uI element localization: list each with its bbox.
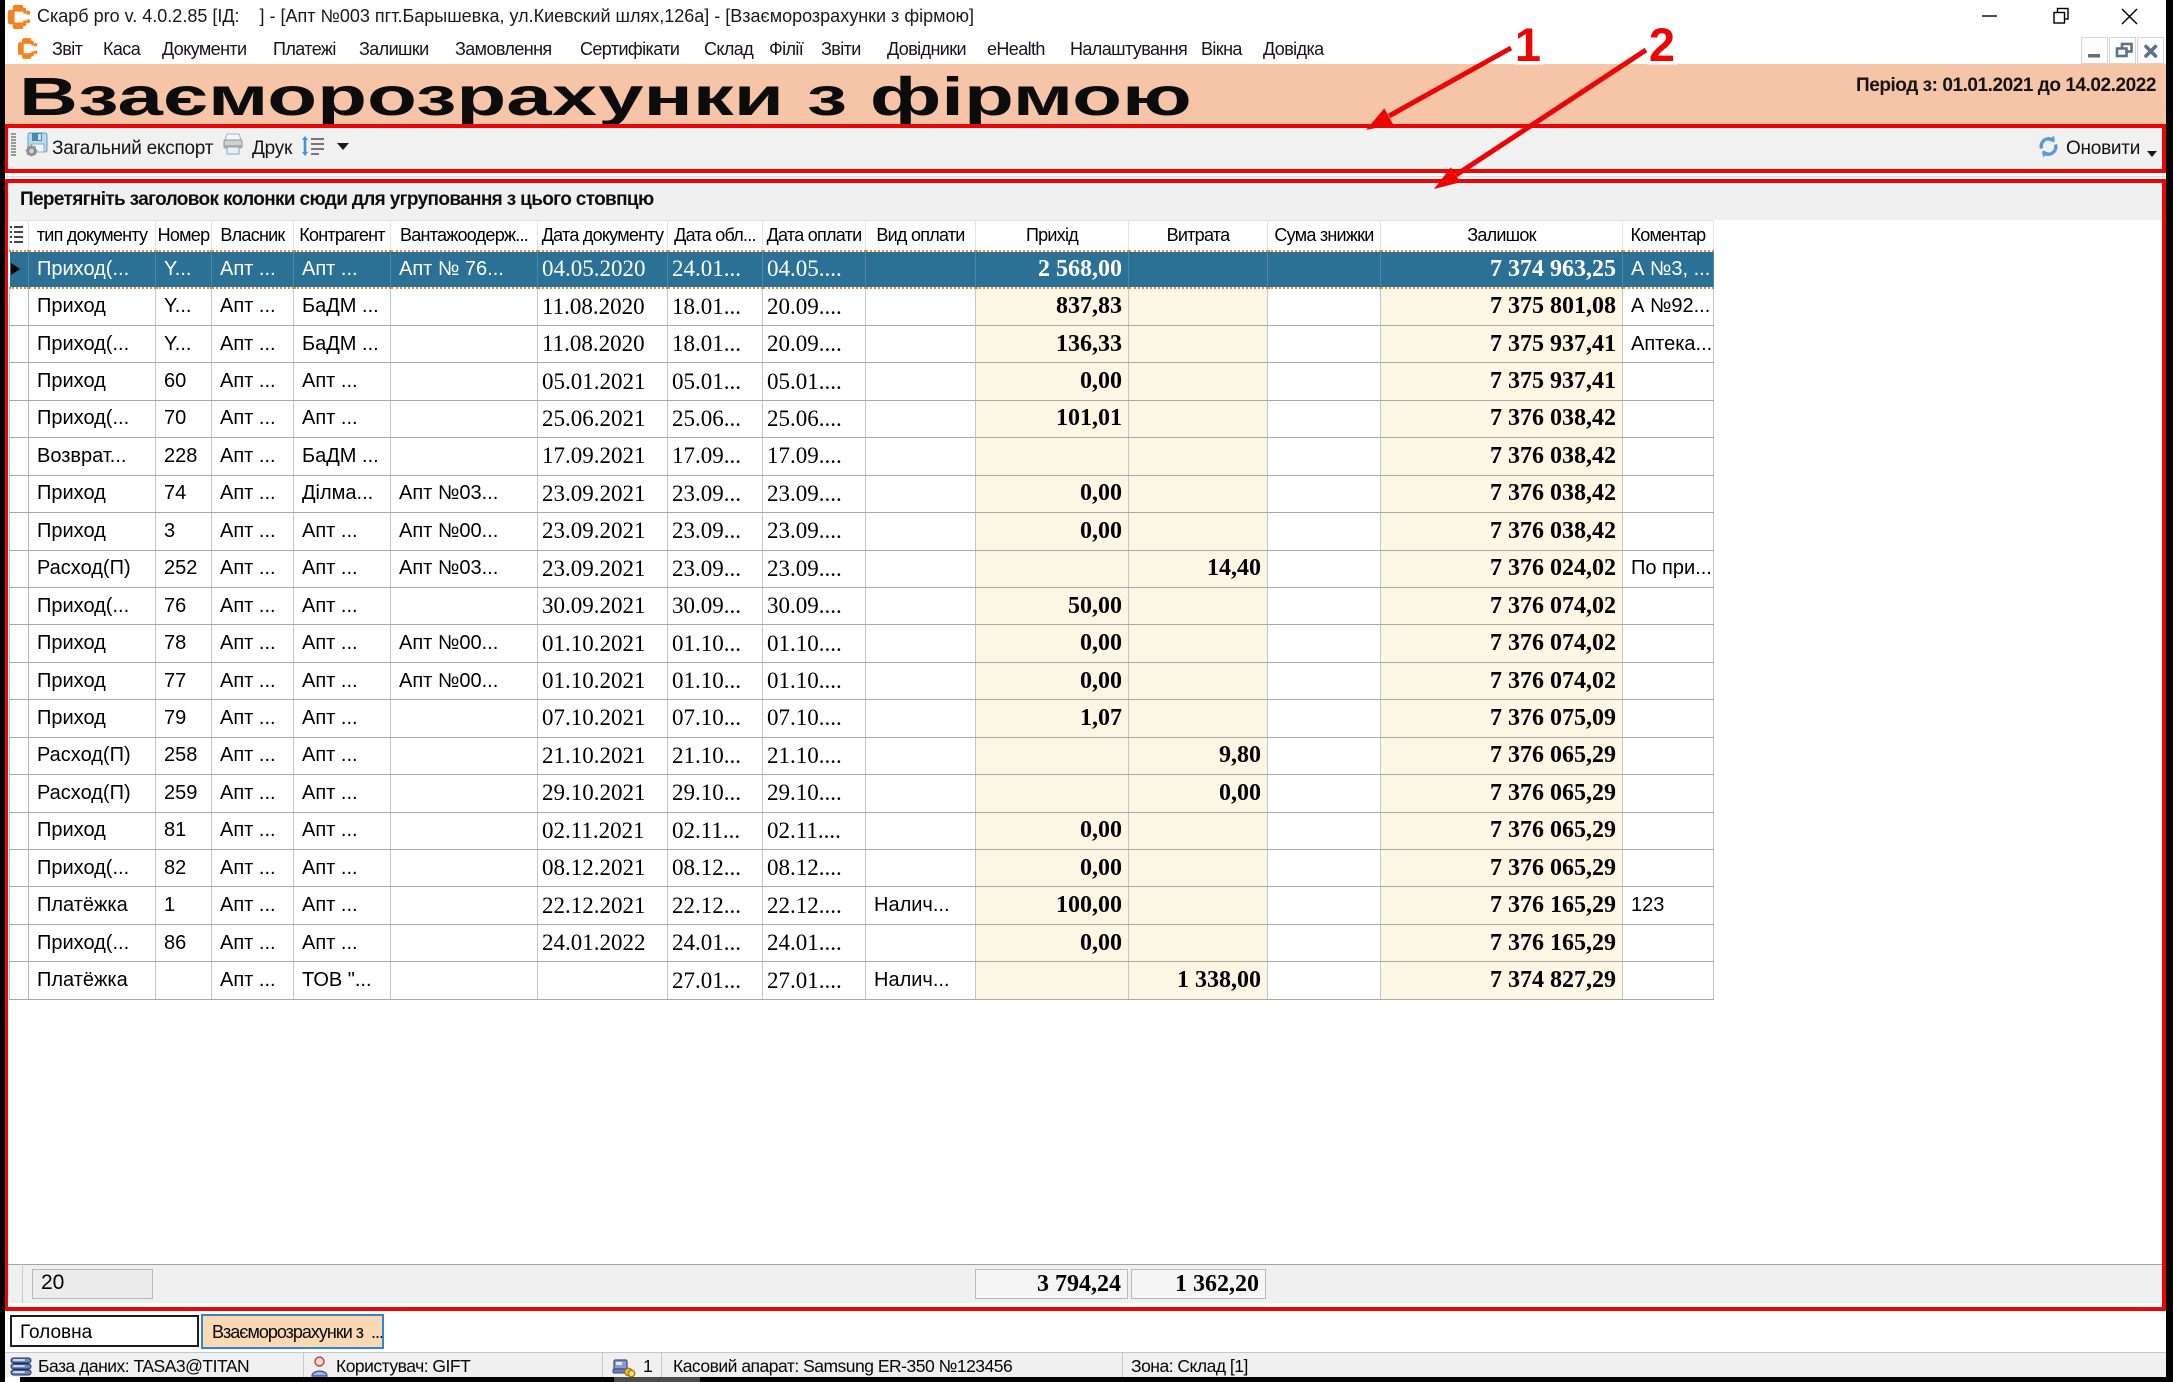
svg-text:2: 2 xyxy=(1649,18,1675,71)
svg-text:1: 1 xyxy=(1515,18,1541,71)
